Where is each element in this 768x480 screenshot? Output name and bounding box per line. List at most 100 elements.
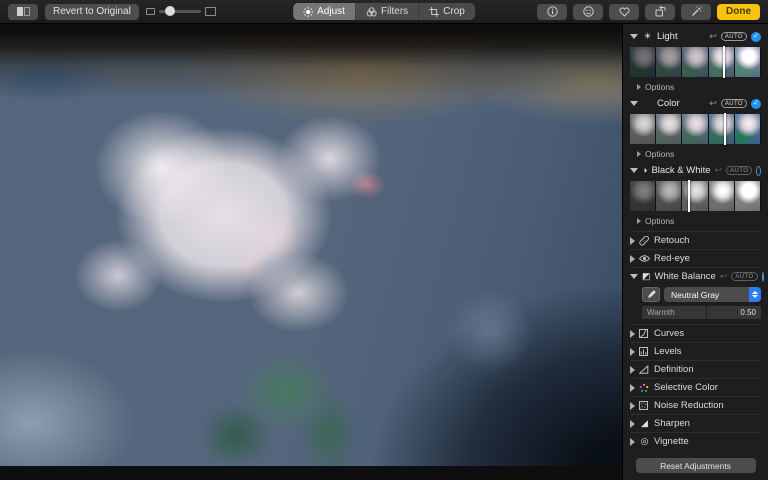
chevron-right-icon[interactable]: [630, 236, 635, 245]
rotate-icon: [655, 6, 666, 17]
photo-canvas: [0, 24, 622, 480]
chevron-right-icon[interactable]: [630, 347, 635, 356]
favorite-button[interactable]: [609, 3, 639, 20]
photo-flower-image[interactable]: [0, 33, 622, 466]
section-definition[interactable]: Definition: [630, 360, 761, 378]
section-white-balance-header[interactable]: ◩ White Balance ↩ AUTO: [630, 267, 764, 285]
section-label: Sharpen: [654, 418, 690, 429]
auto-enhance-button[interactable]: [681, 3, 711, 20]
eyedropper-button[interactable]: [642, 287, 660, 302]
adjust-icon: [303, 6, 313, 17]
chevron-right-icon[interactable]: [630, 401, 635, 410]
tab-filters[interactable]: Filters: [356, 3, 420, 20]
enable-checkbox[interactable]: [756, 165, 761, 176]
chevron-right-icon[interactable]: [630, 329, 635, 338]
section-light-header[interactable]: ☀ Light ↩ AUTO ✓: [630, 29, 761, 44]
zoom-slider-thumb[interactable]: [164, 6, 175, 16]
strip-selector[interactable]: [724, 113, 727, 145]
bw-strip-thumb[interactable]: [708, 181, 734, 211]
heart-icon: [618, 6, 630, 17]
light-strip-thumb[interactable]: [630, 47, 656, 77]
light-adjustment-strip[interactable]: [630, 46, 761, 78]
reset-adjustments-button[interactable]: Reset Adjustments: [635, 458, 756, 473]
auto-badge[interactable]: AUTO: [720, 32, 747, 41]
zoom-slider[interactable]: [158, 6, 201, 16]
color-strip-thumb[interactable]: [708, 114, 734, 144]
light-options-toggle[interactable]: Options: [630, 80, 761, 93]
bw-strip-thumb[interactable]: [682, 181, 708, 211]
toolbar: Revert to Original Adjust Filters Crop D…: [0, 0, 768, 24]
section-label: Selective Color: [654, 382, 718, 393]
chevron-down-icon[interactable]: [630, 274, 638, 279]
auto-badge[interactable]: AUTO: [731, 272, 758, 281]
chevron-right-icon[interactable]: [630, 365, 635, 374]
enable-checkbox[interactable]: ✓: [751, 98, 761, 109]
rotate-button[interactable]: [645, 3, 675, 20]
section-bw-header[interactable]: ◑ Black & White ↩ AUTO: [630, 163, 761, 178]
white-balance-mode-select[interactable]: Neutral Gray: [664, 287, 761, 302]
section-curves[interactable]: Curves: [630, 324, 761, 342]
white-balance-body: Neutral Gray Warmth 0.50: [630, 285, 761, 324]
undo-icon[interactable]: ↩: [709, 32, 717, 41]
light-strip-thumb[interactable]: [656, 47, 682, 77]
section-sharpen[interactable]: ◢ Sharpen: [630, 414, 761, 432]
color-strip-thumb[interactable]: [682, 114, 708, 144]
color-strip-thumb[interactable]: [630, 114, 656, 144]
undo-icon[interactable]: ↩: [720, 272, 728, 281]
bw-adjustment-strip[interactable]: [630, 180, 761, 212]
red-eye-icon: [639, 254, 650, 263]
stepper-arrows-icon: [749, 287, 761, 302]
light-strip-thumb[interactable]: [734, 47, 761, 77]
section-label: Vignette: [654, 436, 689, 447]
undo-icon[interactable]: ↩: [715, 166, 723, 175]
section-label: Retouch: [654, 235, 690, 246]
selective-color-icon: [639, 383, 650, 393]
face-icon: [582, 6, 594, 17]
warmth-slider-row[interactable]: Warmth 0.50: [642, 306, 761, 319]
chevron-right-icon[interactable]: [630, 419, 635, 428]
auto-badge[interactable]: AUTO: [726, 166, 753, 175]
tab-adjust[interactable]: Adjust: [293, 3, 356, 20]
auto-badge[interactable]: AUTO: [720, 99, 747, 108]
chevron-right-icon[interactable]: [630, 437, 635, 446]
section-noise-reduction[interactable]: Noise Reduction: [630, 396, 761, 414]
section-selective-color[interactable]: Selective Color: [630, 378, 761, 396]
bw-strip-thumb[interactable]: [656, 181, 682, 211]
section-retouch[interactable]: Retouch: [630, 231, 761, 249]
curves-icon: [639, 329, 650, 338]
strip-selector[interactable]: [723, 46, 725, 78]
section-label: Curves: [654, 328, 685, 339]
strip-selector[interactable]: [687, 180, 690, 212]
info-button[interactable]: [537, 3, 567, 20]
light-strip-thumb[interactable]: [708, 47, 734, 77]
chevron-right-icon: [637, 83, 641, 90]
color-strip-thumb[interactable]: [734, 114, 761, 144]
enable-checkbox[interactable]: [761, 271, 764, 282]
color-adjustment-strip[interactable]: [630, 113, 761, 145]
sun-icon: ☀: [643, 31, 652, 41]
color-strip-thumb[interactable]: [656, 114, 682, 144]
chevron-down-icon[interactable]: [630, 34, 638, 39]
color-options-toggle[interactable]: Options: [630, 147, 761, 160]
bw-options-toggle[interactable]: Options: [630, 214, 761, 227]
bw-strip-thumb[interactable]: [630, 181, 656, 211]
section-vignette[interactable]: ◎ Vignette: [630, 432, 761, 450]
section-levels[interactable]: Levels: [630, 342, 761, 360]
revert-button[interactable]: Revert to Original: [45, 3, 139, 20]
chevron-right-icon[interactable]: [630, 254, 635, 263]
bw-strip-thumb[interactable]: [734, 181, 761, 211]
chevron-down-icon[interactable]: [630, 168, 638, 173]
done-button[interactable]: Done: [717, 3, 760, 20]
enable-checkbox[interactable]: ✓: [751, 31, 761, 42]
chevron-down-icon[interactable]: [630, 101, 638, 106]
warmth-value[interactable]: 0.50: [707, 306, 761, 319]
tab-crop[interactable]: Crop: [419, 3, 475, 20]
light-strip-thumb[interactable]: [682, 47, 708, 77]
chevron-right-icon[interactable]: [630, 383, 635, 392]
compare-original-button[interactable]: [8, 3, 38, 20]
section-red-eye[interactable]: Red-eye: [630, 249, 761, 267]
section-color-header[interactable]: Color ↩ AUTO ✓: [630, 96, 761, 111]
edit-mode-tabs: Adjust Filters Crop: [293, 3, 475, 20]
undo-icon[interactable]: ↩: [709, 99, 717, 108]
face-button[interactable]: [573, 3, 603, 20]
